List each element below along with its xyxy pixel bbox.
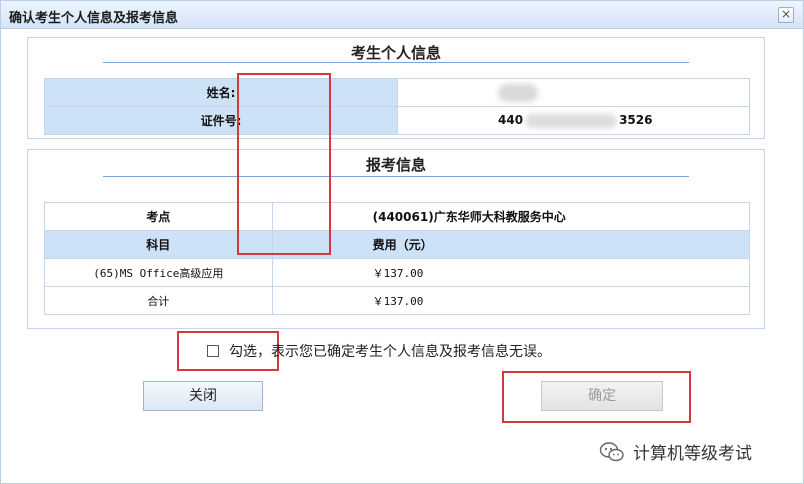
exam-info-divider <box>103 176 689 177</box>
id-prefix: 440 <box>498 113 524 128</box>
total-label: 合计 <box>44 286 273 315</box>
id-label: 证件号: <box>44 106 398 135</box>
confirm-checkbox[interactable] <box>207 345 219 357</box>
watermark: 计算机等级考试 <box>599 439 752 464</box>
confirm-row: 勾选， 表示您已确定考生个人信息及报考信息无误。 <box>207 341 551 361</box>
table-row: (65)MS Office高级应用 ￥137.00 <box>44 258 751 287</box>
close-icon[interactable]: × <box>778 7 794 23</box>
confirm-check-text: 勾选， <box>229 344 271 360</box>
subject-cell: (65)MS Office高级应用 <box>44 258 273 287</box>
watermark-text: 计算机等级考试 <box>633 444 752 464</box>
center-value: (440061)广东华师大科教服务中心 <box>271 202 751 231</box>
redacted-id <box>525 113 618 128</box>
redacted-name <box>498 83 538 102</box>
name-row: 姓名: <box>44 78 750 107</box>
exam-info-table: 考点 (440061)广东华师大科教服务中心 科目 费用（元） (65)MS O… <box>44 202 751 315</box>
fee-header: 费用（元） <box>271 230 751 259</box>
wechat-icon <box>599 441 624 461</box>
id-value: 440 3526 <box>397 106 750 135</box>
id-suffix: 3526 <box>619 113 653 128</box>
title-bar: 确认考生个人信息及报考信息 × <box>1 1 803 29</box>
name-label: 姓名: <box>44 78 398 107</box>
center-row: 考点 (440061)广东华师大科教服务中心 <box>44 202 751 231</box>
table-row: 合计 ￥137.00 <box>44 286 751 315</box>
personal-info-table: 姓名: 证件号: 440 3526 <box>44 78 750 135</box>
fee-header-row: 科目 费用（元） <box>44 230 751 259</box>
dialog-title: 确认考生个人信息及报考信息 <box>9 11 179 26</box>
fee-cell: ￥137.00 <box>271 258 751 287</box>
exam-info-panel: 报考信息 考点 (440061)广东华师大科教服务中心 科目 费用（元） (65… <box>27 149 765 329</box>
exam-info-title: 报考信息 <box>365 156 426 174</box>
personal-info-panel: 考生个人信息 姓名: 证件号: 440 3526 <box>27 37 765 139</box>
highlight-box-labels <box>237 73 331 255</box>
total-fee: ￥137.00 <box>271 286 751 315</box>
confirm-statement-text: 表示您已确定考生个人信息及报考信息无误。 <box>271 344 551 360</box>
id-row: 证件号: 440 3526 <box>44 106 750 135</box>
confirmation-dialog: 确认考生个人信息及报考信息 × 考生个人信息 姓名: 证件号: 440 3526 … <box>0 0 804 484</box>
ok-button[interactable]: 确定 <box>541 381 663 411</box>
personal-info-title: 考生个人信息 <box>350 44 441 62</box>
name-value <box>397 78 750 107</box>
personal-info-divider <box>103 62 689 63</box>
close-button[interactable]: 关闭 <box>143 381 263 411</box>
